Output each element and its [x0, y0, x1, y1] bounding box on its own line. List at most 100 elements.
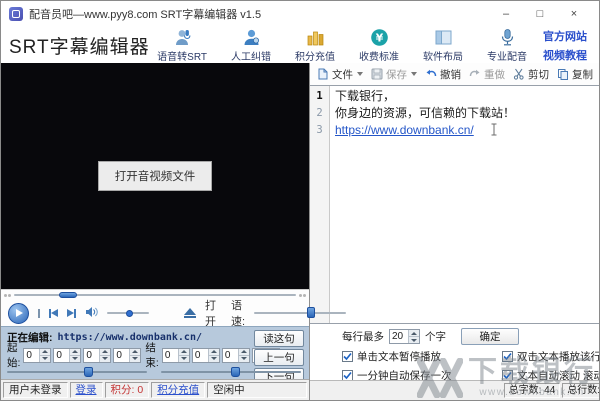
spin-down-icon[interactable]	[409, 336, 419, 343]
settings-panel: 每行最多 20 个字 确定 去掉语气词 单击文本暂停播放 双击文本播放该行	[310, 324, 600, 380]
layout-button[interactable]: 软件布局	[423, 28, 463, 63]
right-status-bar: 总字数: 44 总行数: 4 视频时长: 00:00:00	[310, 380, 600, 400]
max-chars-spinner[interactable]: 20	[389, 329, 420, 344]
save-menu-caret-icon	[411, 72, 417, 76]
manual-correction-label: 人工纠错	[231, 48, 271, 63]
end-second-spinner[interactable]: 0	[222, 348, 250, 363]
microphone-icon	[498, 28, 517, 47]
login-link[interactable]: 登录	[70, 382, 103, 398]
save-icon	[371, 68, 383, 80]
header-button-bar: 语音转SRT 人工纠错 积分充值 ¥ 收费标准	[157, 28, 527, 63]
seek-slider-thumb[interactable]	[59, 292, 77, 298]
subtitle-line[interactable]: 你身边的资源，可信赖的下载站！	[335, 105, 600, 122]
subtitle-text-editor: 1 2 3 下载银行， 你身边的资源，可信赖的下载站！ https://www.…	[310, 85, 600, 324]
previous-sentence-button[interactable]: 上一句	[254, 349, 304, 366]
seek-slider[interactable]	[14, 290, 296, 300]
volume-slider-thumb[interactable]	[126, 310, 133, 317]
close-button[interactable]: ×	[557, 8, 591, 20]
start-time-slider[interactable]	[7, 367, 147, 377]
end-minute-spinner[interactable]: 0	[192, 348, 220, 363]
spin-down-icon[interactable]	[40, 355, 50, 362]
gold-bars-icon	[306, 28, 325, 47]
points-recharge-label: 积分充值	[295, 48, 335, 63]
cut-button[interactable]: 剪切	[510, 67, 552, 82]
total-lines-status: 总行数: 4	[562, 383, 600, 398]
redo-icon	[469, 68, 481, 80]
window-title: 配音员吧—www.pyy8.com SRT字幕编辑器 v1.5	[29, 6, 261, 22]
video-preview-area: 打开音视频文件	[1, 63, 309, 289]
pro-dubbing-button[interactable]: 专业配音	[487, 28, 527, 63]
undo-button[interactable]: 撤销	[422, 67, 464, 82]
next-track-button[interactable]	[67, 309, 76, 318]
line-number: 2	[310, 105, 329, 122]
spin-down-icon[interactable]	[209, 355, 219, 362]
subtitle-line[interactable]: 下载银行，	[335, 88, 600, 105]
start-ms-spinner[interactable]: 0	[113, 348, 141, 363]
checkbox-click-pause[interactable]: 单击文本暂停播放	[342, 349, 502, 364]
play-button[interactable]	[8, 303, 29, 324]
open-media-button[interactable]: 打开音视频文件	[98, 161, 213, 191]
app-icon	[9, 7, 23, 21]
end-time-label: 结束:	[145, 340, 158, 370]
open-file-label[interactable]: 打开	[205, 297, 216, 329]
recharge-link[interactable]: 积分充值	[151, 382, 205, 398]
file-menu-caret-icon	[357, 72, 363, 76]
save-button[interactable]: 保存	[368, 67, 420, 82]
start-slider-thumb[interactable]	[84, 367, 93, 377]
checkbox-dblclick-play[interactable]: 双击文本播放该行	[502, 349, 600, 364]
subtitle-line[interactable]: https://www.downbank.cn/	[335, 122, 600, 139]
spin-down-icon[interactable]	[100, 355, 110, 362]
scissors-icon	[513, 68, 525, 80]
window-controls: – □ ×	[489, 8, 591, 20]
speech-to-srt-button[interactable]: 语音转SRT	[157, 28, 207, 63]
read-sentence-button[interactable]: 读这句	[254, 330, 304, 347]
editing-current-text: https://www.downbank.cn/	[58, 332, 203, 343]
previous-icon	[51, 309, 58, 317]
video-tutorial-link[interactable]: 视频教程	[543, 47, 587, 63]
end-hour-spinner[interactable]: 0	[162, 348, 190, 363]
speed-slider-thumb[interactable]	[307, 307, 315, 318]
official-site-link[interactable]: 官方网站	[543, 28, 587, 44]
speech-to-srt-label: 语音转SRT	[157, 48, 207, 63]
seek-grip-right	[299, 294, 306, 297]
volume-slider[interactable]	[107, 308, 149, 318]
layout-label: 软件布局	[423, 48, 463, 63]
editor-text-area[interactable]: 下载银行， 你身边的资源，可信赖的下载站！ https://www.downba…	[330, 86, 600, 323]
start-minute-spinner[interactable]: 0	[53, 348, 81, 363]
points-recharge-button[interactable]: 积分充值	[295, 28, 335, 63]
user-status: 用户未登录	[3, 382, 68, 398]
chars-unit-label: 个字	[425, 329, 446, 344]
confirm-button[interactable]: 确定	[461, 328, 519, 345]
redo-button[interactable]: 重做	[466, 67, 508, 82]
subtitle-edit-panel: 正在编辑: https://www.downbank.cn/ 起始: 0 0 0…	[1, 326, 309, 379]
left-panel: 打开音视频文件 打开	[1, 63, 310, 400]
fee-standard-button[interactable]: ¥ 收费标准	[359, 28, 399, 63]
spin-down-icon[interactable]	[239, 355, 249, 362]
idle-status: 空闲中	[207, 382, 307, 398]
seek-row	[1, 289, 309, 300]
end-slider-thumb[interactable]	[231, 367, 240, 377]
player-controls: 打开 语速: 0	[1, 300, 309, 326]
total-chars-status: 总字数: 44	[504, 383, 561, 398]
previous-track-button[interactable]	[49, 309, 58, 318]
left-status-bar: 用户未登录 登录 积分: 0 积分充值 空闲中	[1, 379, 309, 400]
file-menu-button[interactable]: 文件	[314, 67, 366, 82]
header-links: 官方网站 视频教程	[543, 28, 591, 63]
volume-icon[interactable]	[85, 306, 98, 321]
spin-down-icon[interactable]	[179, 355, 189, 362]
manual-correction-button[interactable]: 人工纠错	[231, 28, 271, 63]
copy-button[interactable]: 复制	[554, 67, 596, 82]
layout-window-icon	[434, 28, 453, 47]
start-hour-spinner[interactable]: 0	[23, 348, 51, 363]
speed-slider[interactable]	[254, 308, 346, 318]
minimize-button[interactable]: –	[489, 8, 523, 20]
spin-down-icon[interactable]	[130, 355, 140, 362]
max-chars-label: 每行最多	[342, 329, 384, 344]
start-second-spinner[interactable]: 0	[83, 348, 111, 363]
main-area: 打开音视频文件 打开	[1, 63, 599, 400]
eject-icon[interactable]	[184, 308, 196, 318]
spin-down-icon[interactable]	[70, 355, 80, 362]
stop-button[interactable]	[38, 309, 40, 318]
maximize-button[interactable]: □	[523, 8, 557, 20]
end-time-slider[interactable]	[161, 367, 301, 377]
